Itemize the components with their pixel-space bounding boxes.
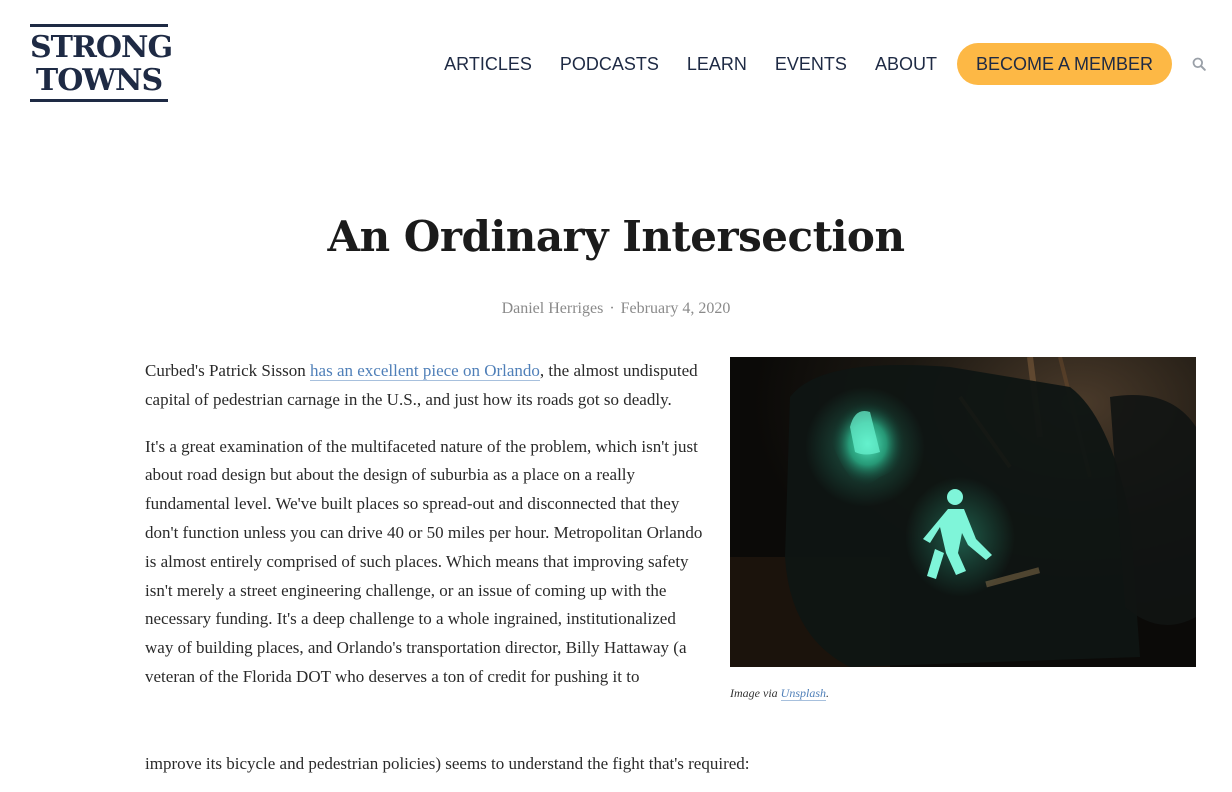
pedestrian-signal-illustration — [730, 357, 1196, 667]
strong-towns-logo[interactable]: STRONG TOWNS — [30, 24, 173, 102]
main-nav: ARTICLES PODCASTS LEARN EVENTS ABOUT BEC… — [444, 43, 1206, 85]
curbed-article-link[interactable]: has an excellent piece on Orlando — [310, 361, 540, 381]
caption-prefix: Image via — [730, 686, 781, 700]
logo-line-1: STRONG — [30, 30, 173, 65]
paragraph-1-prefix: Curbed's Patrick Sisson — [145, 361, 311, 380]
image-caption: Image via Unsplash. — [730, 686, 829, 701]
search-icon[interactable] — [1192, 57, 1206, 71]
nav-events[interactable]: EVENTS — [775, 54, 847, 75]
nav-articles[interactable]: ARTICLES — [444, 54, 532, 75]
paragraph-1: Curbed's Patrick Sisson has an excellent… — [145, 357, 705, 415]
nav-about[interactable]: ABOUT — [875, 54, 937, 75]
article-meta: Daniel Herriges · February 4, 2020 — [0, 300, 1232, 318]
logo-line-2: TOWNS — [35, 63, 163, 98]
article-author[interactable]: Daniel Herriges — [502, 300, 604, 317]
article-title: An Ordinary Intersection — [327, 212, 905, 261]
caption-suffix: . — [826, 686, 829, 700]
nav-learn[interactable]: LEARN — [687, 54, 747, 75]
paragraph-2: It's a great examination of the multifac… — [145, 436, 703, 686]
paragraph-2-last-line: improve its bicycle and pedestrian polic… — [145, 754, 750, 773]
article-body: Curbed's Patrick Sisson has an excellent… — [145, 357, 705, 710]
become-a-member-button[interactable]: BECOME A MEMBER — [956, 43, 1172, 85]
nav-podcasts[interactable]: PODCASTS — [560, 54, 659, 75]
pedestrian-signal-photo — [730, 357, 1196, 667]
article-date: February 4, 2020 — [620, 300, 731, 317]
unsplash-link[interactable]: Unsplash — [780, 686, 826, 701]
meta-separator: · — [609, 300, 615, 317]
